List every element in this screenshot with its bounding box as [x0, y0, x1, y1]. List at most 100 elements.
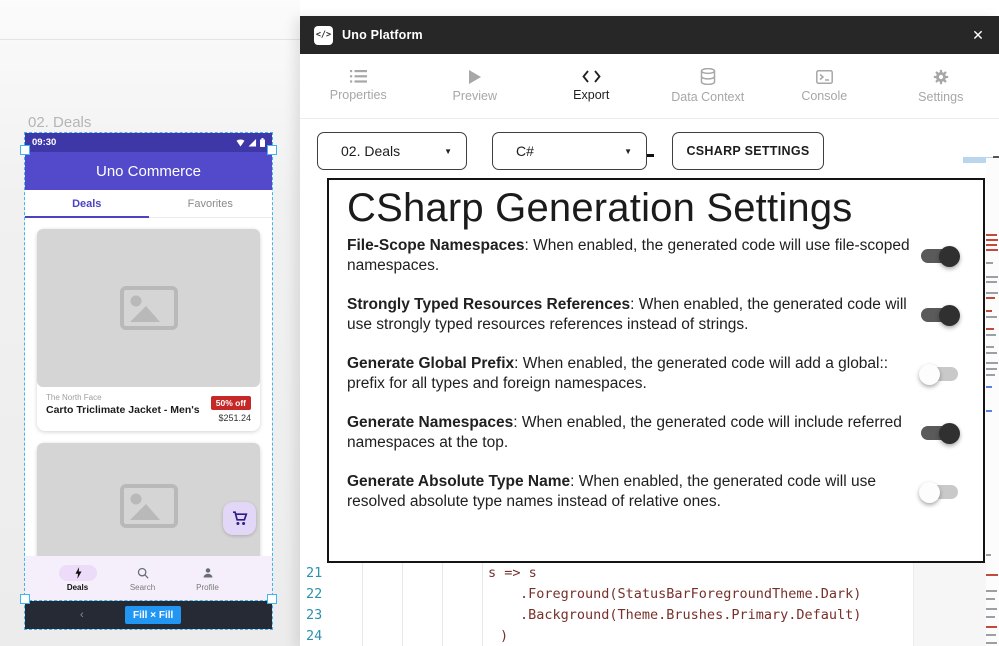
minimap-mark	[986, 316, 997, 318]
tab-label: Preview	[453, 89, 497, 103]
minimap-mark	[986, 281, 997, 283]
setting-name: Generate Absolute Type Name	[347, 473, 570, 490]
minimap-mark	[986, 386, 992, 388]
product-card-info: The North Face Carto Triclimate Jacket -…	[37, 387, 260, 431]
minimap-mark	[986, 410, 992, 412]
phone-tab-deals[interactable]: Deals	[25, 190, 149, 217]
indent-guide	[442, 562, 443, 646]
tab-label: Console	[801, 89, 847, 103]
selection-handle-bottom-right[interactable]	[267, 594, 277, 604]
artboard-label: 02. Deals	[28, 114, 91, 131]
setting-toggle[interactable]	[921, 367, 958, 381]
phone-tab-deals-label: Deals	[72, 198, 101, 210]
panel-tab-bar: Properties Preview Export Data Context C…	[300, 54, 999, 119]
size-badge-button[interactable]: Fill × Fill	[125, 606, 181, 624]
tab-label: Properties	[330, 88, 387, 102]
list-icon	[350, 70, 367, 83]
product-card-text: The North Face Carto Triclimate Jacket -…	[46, 393, 200, 423]
minimap-mark	[986, 590, 997, 592]
minimap-mark	[986, 626, 997, 628]
indent-guide	[402, 562, 403, 646]
minimap-mark	[986, 616, 995, 618]
minimap-mark	[986, 362, 998, 364]
phone-mockup[interactable]: 09:30 Uno Commerce Deals Favorites	[25, 133, 272, 600]
close-icon[interactable]: ✕	[969, 26, 987, 44]
line-number: 21	[306, 565, 322, 581]
status-icons	[236, 138, 265, 147]
product-card-pricing: 50% off $251.24	[211, 393, 251, 423]
setting-toggle[interactable]	[921, 485, 958, 499]
csharp-settings-button[interactable]: CSHARP SETTINGS	[672, 132, 824, 170]
setting-name: File-Scope Namespaces	[347, 237, 524, 254]
tab-export[interactable]: Export	[533, 54, 650, 118]
product-price: $251.24	[211, 413, 251, 423]
chevron-down-icon: ▼	[444, 147, 452, 156]
nav-item-deals[interactable]: Deals	[45, 565, 110, 592]
tab-label: Export	[573, 88, 609, 102]
toggle-knob	[939, 305, 960, 326]
battery-icon	[260, 138, 265, 147]
setting-toggle[interactable]	[921, 308, 958, 322]
minimap-mark	[986, 368, 997, 370]
tab-data-context[interactable]: Data Context	[650, 54, 767, 118]
play-icon	[468, 70, 481, 84]
page-select[interactable]: 02. Deals ▼	[317, 132, 467, 170]
minimap-mark	[986, 574, 998, 576]
cart-fab-button[interactable]	[223, 502, 256, 535]
code-minimap[interactable]	[986, 158, 999, 646]
product-card[interactable]: The North Face Carto Triclimate Jacket -…	[37, 229, 260, 431]
selection-handle-bottom-left[interactable]	[20, 594, 30, 604]
phone-app-bar: Uno Commerce	[25, 152, 272, 190]
minimap-mark	[986, 276, 998, 278]
language-select[interactable]: C# ▼	[492, 132, 647, 170]
phone-app-title: Uno Commerce	[96, 163, 201, 180]
selection-toolbar: ‹ Fill × Fill	[25, 601, 272, 629]
minimap-mark	[986, 608, 997, 610]
phone-tab-bar: Deals Favorites	[25, 190, 272, 218]
setting-toggle[interactable]	[921, 249, 958, 263]
tab-properties[interactable]: Properties	[300, 54, 417, 118]
selection-handle-top-left[interactable]	[20, 145, 30, 155]
tab-preview[interactable]: Preview	[417, 54, 534, 118]
minimap-mark	[986, 292, 998, 294]
setting-name: Strongly Typed Resources References	[347, 296, 630, 313]
modal-title: CSharp Generation Settings	[347, 186, 963, 231]
toggle-knob	[919, 364, 940, 385]
phone-bottom-nav: Deals Search Profile	[25, 556, 272, 600]
product-brand: The North Face	[46, 393, 200, 402]
setting-text: Generate Absolute Type Name: When enable…	[347, 472, 913, 512]
nav-label: Profile	[196, 583, 219, 592]
tab-console[interactable]: Console	[766, 54, 883, 118]
page-select-value: 02. Deals	[341, 143, 400, 159]
database-icon	[700, 68, 716, 85]
person-icon	[202, 567, 214, 579]
search-icon	[137, 567, 149, 579]
cart-icon	[232, 511, 248, 526]
minimap-mark	[986, 554, 991, 556]
discount-badge: 50% off	[211, 396, 251, 410]
nav-item-profile[interactable]: Profile	[175, 565, 240, 592]
minimap-mark	[986, 328, 994, 330]
nav-label: Deals	[67, 583, 88, 592]
selection-handle-top-right[interactable]	[267, 145, 277, 155]
settings-list: File-Scope Namespaces: When enabled, the…	[347, 236, 963, 512]
code-editor[interactable]: 21 s => s 22 .Foreground(StatusBarForegr…	[300, 562, 913, 646]
setting-row: Generate Namespaces: When enabled, the g…	[347, 413, 963, 453]
setting-row: File-Scope Namespaces: When enabled, the…	[347, 236, 963, 276]
phone-tab-favorites[interactable]: Favorites	[149, 190, 273, 217]
nav-item-search[interactable]: Search	[110, 565, 175, 592]
minimap-mark	[986, 642, 997, 644]
collapse-chevron-icon[interactable]: ‹	[80, 609, 84, 621]
minimap-mark	[986, 297, 995, 299]
minimap-mark	[986, 262, 993, 264]
product-name: Carto Triclimate Jacket - Men's	[46, 404, 200, 416]
setting-toggle[interactable]	[921, 426, 958, 440]
uno-platform-panel: </> Uno Platform ✕ Properties Preview Ex…	[300, 16, 999, 646]
nav-pill	[189, 565, 227, 581]
line-number: 24	[306, 628, 322, 644]
canvas-divider	[0, 39, 300, 40]
csharp-settings-modal: CSharp Generation Settings File-Scope Na…	[327, 178, 985, 563]
export-controls: 02. Deals ▼ C# ▼ CSHARP SETTINGS	[317, 132, 824, 170]
status-time: 09:30	[32, 137, 56, 148]
tab-settings[interactable]: Settings	[883, 54, 999, 118]
